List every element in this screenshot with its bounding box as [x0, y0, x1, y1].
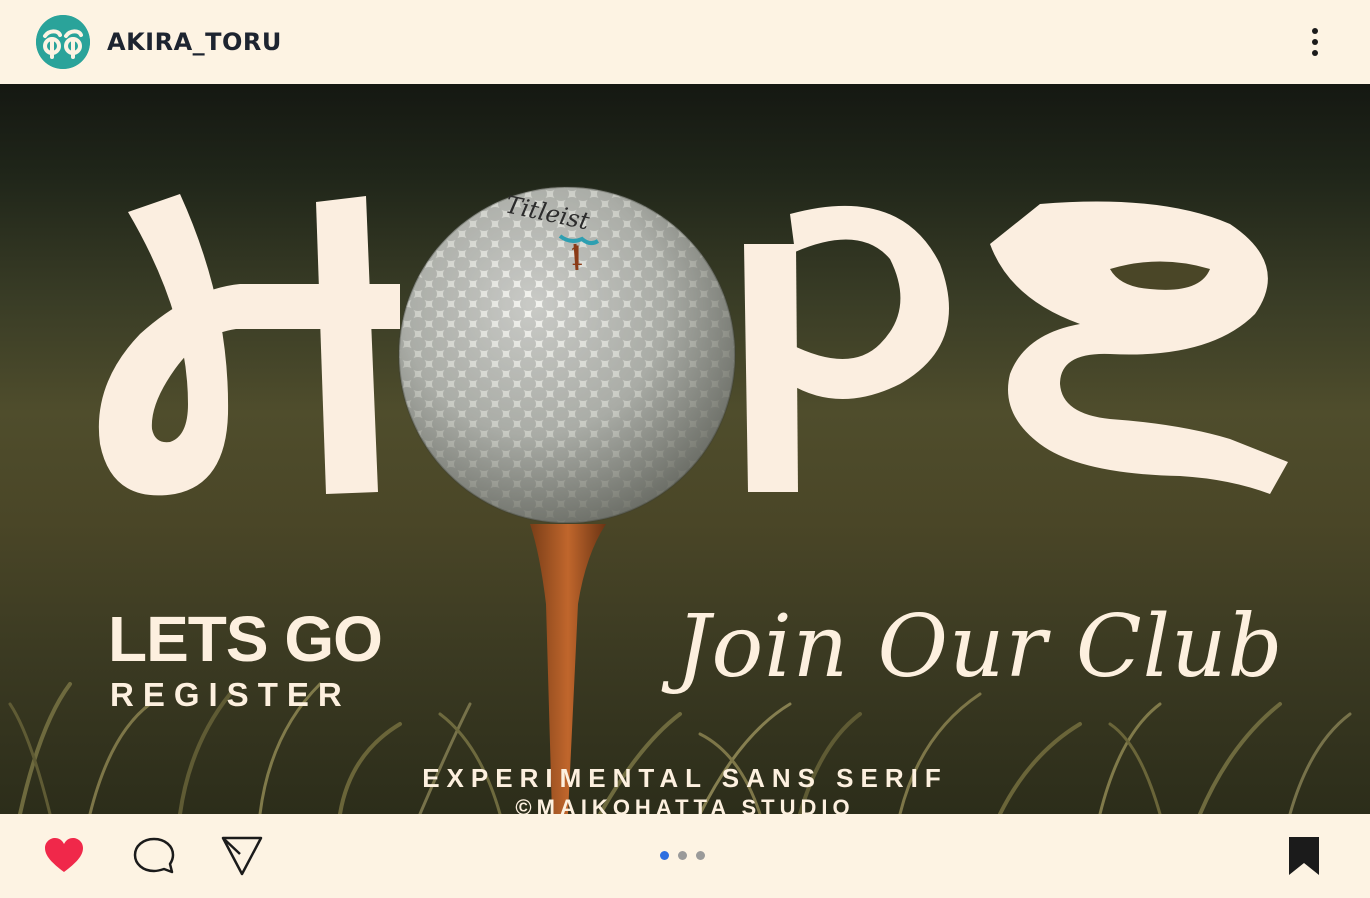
carousel-dot-active[interactable] [660, 851, 669, 860]
carousel-dot[interactable] [678, 851, 687, 860]
avatar[interactable] [36, 15, 90, 69]
heart-icon[interactable] [42, 834, 86, 878]
send-icon[interactable] [220, 834, 264, 878]
bookmark-icon[interactable] [1286, 834, 1322, 878]
more-vertical-icon[interactable] [1300, 22, 1330, 62]
avatar-logo-icon [36, 15, 90, 69]
comment-icon[interactable] [132, 834, 176, 878]
credit-text: ©MAIKOHATTA STUDIO [515, 795, 855, 815]
font-name-text: EXPERIMENTAL SANS SERIF [422, 763, 948, 793]
cta-secondary-text: REGISTER [110, 676, 351, 713]
carousel-indicator [660, 851, 705, 860]
post-header: AKIRA_TORU [0, 0, 1370, 84]
post-image[interactable]: LETS GO REGISTER Join Our Club EXPERIMEN… [0, 84, 1370, 814]
ball-number-text: 1 [569, 242, 586, 272]
username[interactable]: AKIRA_TORU [107, 28, 282, 56]
cta-primary-text: LETS GO [108, 603, 383, 675]
carousel-dot[interactable] [696, 851, 705, 860]
script-headline: Join Our Club [676, 597, 1284, 697]
